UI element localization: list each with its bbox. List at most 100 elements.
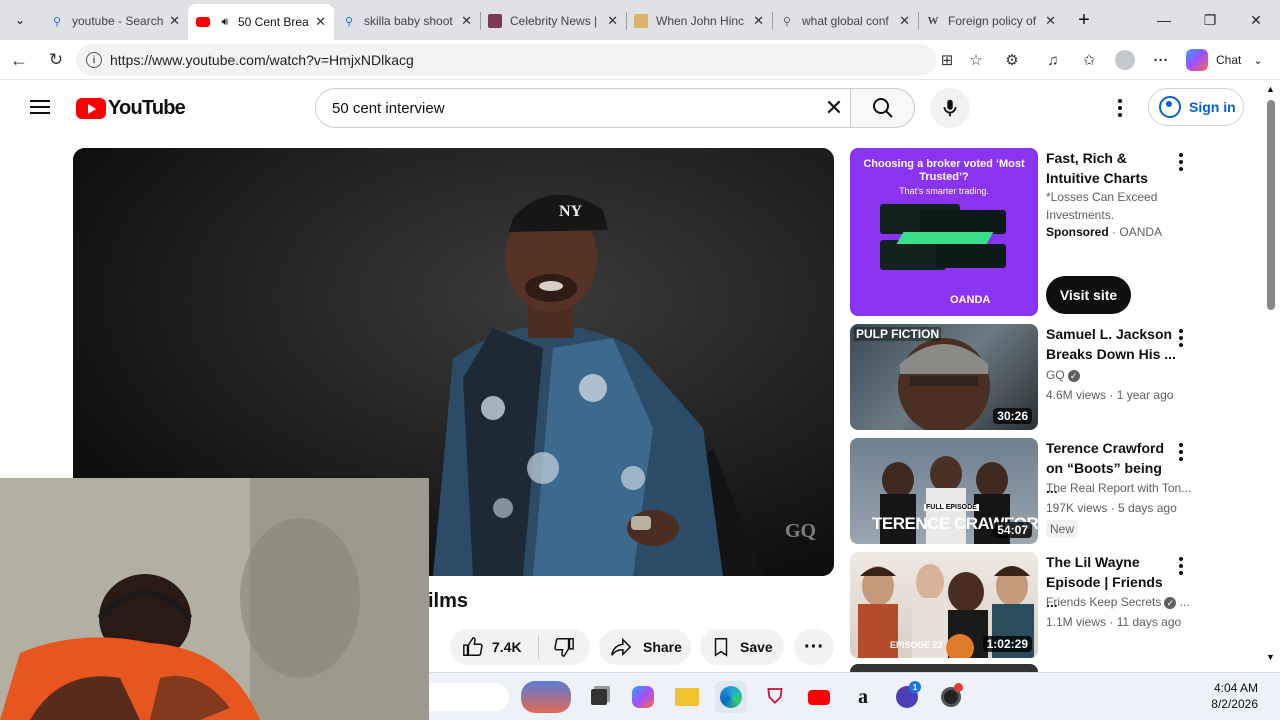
clock-time: 4:04 AM [1213,681,1258,695]
webcam-overlay [0,478,429,720]
favorites-icon[interactable]: ✩ [1076,48,1102,72]
notification-badge: 1 [909,681,921,693]
close-icon[interactable]: ✕ [315,14,326,30]
channel-name[interactable]: GQ [1046,368,1065,382]
meta-separator: · [1106,388,1117,402]
search-box[interactable] [315,88,851,128]
close-icon[interactable]: ✕ [607,13,618,29]
task-view-icon[interactable] [583,681,615,713]
video-thumbnail[interactable]: FULL EPISODE TERENCE CRAWFORD 54:07 [850,438,1038,544]
sign-in-button[interactable]: Sign in [1148,88,1244,126]
scroll-down-arrow-icon[interactable]: ▼ [1266,652,1275,662]
favorite-star-icon[interactable]: ☆ [963,48,989,72]
close-icon[interactable]: ✕ [461,13,472,29]
more-options-icon[interactable] [1108,96,1132,120]
upload-age: 5 days ago [1118,501,1177,515]
youtube-logo[interactable]: YouTube [76,97,186,120]
tab-john-hinckley[interactable]: When John Hinc ✕ [626,6,772,36]
close-icon[interactable]: ✕ [1045,13,1056,29]
dislike-button[interactable] [539,636,589,658]
clear-search-icon[interactable]: ✕ [820,94,848,122]
verified-check-icon: ✓ [1067,369,1080,382]
ad-title[interactable]: Fast, Rich & Intuitive Charts [1046,148,1176,188]
site-info-icon[interactable]: i [86,52,102,68]
like-button[interactable]: 7.4K [450,636,538,658]
file-explorer-icon[interactable] [671,681,703,713]
speaker-icon[interactable]: 🔊︎ [218,15,232,29]
more-actions-button[interactable]: ··· [794,629,834,665]
video-more-icon[interactable] [1172,440,1190,464]
search-button[interactable] [851,88,915,128]
save-button[interactable]: Save [700,629,784,665]
thumbnail-small-label: FULL EPISODE [924,504,979,511]
video-title[interactable]: Samuel L. Jackson Breaks Down His ... [1046,324,1176,364]
restore-button[interactable]: ❐ [1196,8,1224,32]
url-field[interactable]: i https://www.youtube.com/watch?v=HmjxND… [76,44,936,76]
ad-thumbnail[interactable]: Choosing a broker voted ‘Most Trusted’? … [850,148,1038,316]
share-button[interactable]: Share [599,629,691,665]
weather-widget-icon[interactable] [521,681,571,713]
taskbar-search-fragment[interactable] [429,683,509,711]
chrome-profile-icon[interactable] [935,681,967,713]
video-thumbnail[interactable]: EPISODE 22 1:02:29 [850,552,1038,658]
view-count: 197K views [1046,501,1108,515]
sponsored-label: Sponsored [1046,225,1109,239]
tab-celebrity-news[interactable]: Celebrity News | ✕ [480,6,626,36]
back-button[interactable]: ← [6,48,32,72]
close-icon[interactable]: ✕ [899,13,910,29]
tab-50-cent-video[interactable]: 🔊︎ 50 Cent Brea ✕ [188,4,334,40]
edge-browser-icon[interactable] [715,681,747,713]
profile-avatar[interactable] [1112,48,1138,72]
mcafee-icon[interactable]: ⛉ [759,681,791,713]
channel-name[interactable]: The Real Report with Ton... [1046,481,1191,495]
tab-title: skilla baby shoot [364,14,453,28]
tab-foreign-policy[interactable]: W Foreign policy of ✕ [918,6,1064,36]
video-more-icon[interactable] [1172,326,1190,350]
close-icon[interactable]: ✕ [169,13,180,29]
amazon-icon[interactable]: a [847,681,879,713]
search-input[interactable] [332,99,802,117]
next-thumbnail-peek[interactable] [850,664,1038,672]
copilot-icon[interactable] [627,681,659,713]
extensions-icon[interactable]: ⚙ [999,48,1025,72]
page-scrollbar[interactable]: ▲ ▼ [1262,80,1280,666]
view-count: 4.6M views [1046,388,1107,402]
minimize-button[interactable]: — [1150,8,1178,32]
advertiser-name: OANDA [1119,225,1163,239]
tab-title: youtube - Search [72,14,164,28]
microphone-icon [943,99,957,117]
close-window-button[interactable]: ✕ [1242,8,1270,32]
app-with-notification-icon[interactable]: 1 [891,681,923,713]
system-clock[interactable]: 4:04 AM 8/2/2026 [1198,680,1258,712]
visit-site-button[interactable]: Visit site [1046,276,1131,314]
video-duration: 1:02:29 [982,636,1032,652]
url-text: https://www.youtube.com/watch?v=HmjxNDlk… [110,52,414,68]
channel-name[interactable]: Friends Keep Secrets [1046,595,1161,609]
menu-hamburger-icon[interactable] [28,96,52,120]
voice-search-button[interactable] [930,88,970,128]
tab-youtube-search[interactable]: ⚲ youtube - Search ✕ [42,6,188,36]
media-playlist-icon[interactable]: ♫ [1040,48,1066,72]
scroll-up-arrow-icon[interactable]: ▲ [1266,84,1275,94]
video-thumbnail[interactable]: PULP FICTION 30:26 [850,324,1038,430]
search-icon [872,98,893,118]
wikipedia-icon: W [927,15,939,27]
settings-more-icon[interactable]: ··· [1148,48,1174,72]
youtube-app-icon[interactable] [803,681,835,713]
tab-global-conflicts[interactable]: ⚲ what global conf ✕ [772,6,918,36]
ad-more-icon[interactable] [1172,150,1190,174]
windows-taskbar: ⛉ a 1 [429,672,1280,720]
views-line: 1.1M views · 11 days ago [1046,615,1181,629]
account-icon [1159,96,1181,118]
scrollbar-thumb[interactable] [1267,100,1275,310]
new-tab-button[interactable]: + [1070,8,1098,32]
reload-button[interactable]: ↻ [43,48,69,72]
close-icon[interactable]: ✕ [753,13,764,29]
channel-line: GQ ✓ [1046,368,1080,382]
app-available-icon[interactable]: ⊞ [934,48,960,72]
tab-actions-dropdown[interactable]: ⌄ [8,8,32,32]
video-more-icon[interactable] [1172,554,1190,578]
copilot-chat-button[interactable]: Chat ⌄ [1186,46,1263,74]
ad-chart-graphic [880,204,1008,272]
tab-skilla-baby[interactable]: ⚲ skilla baby shoot ✕ [334,6,480,36]
